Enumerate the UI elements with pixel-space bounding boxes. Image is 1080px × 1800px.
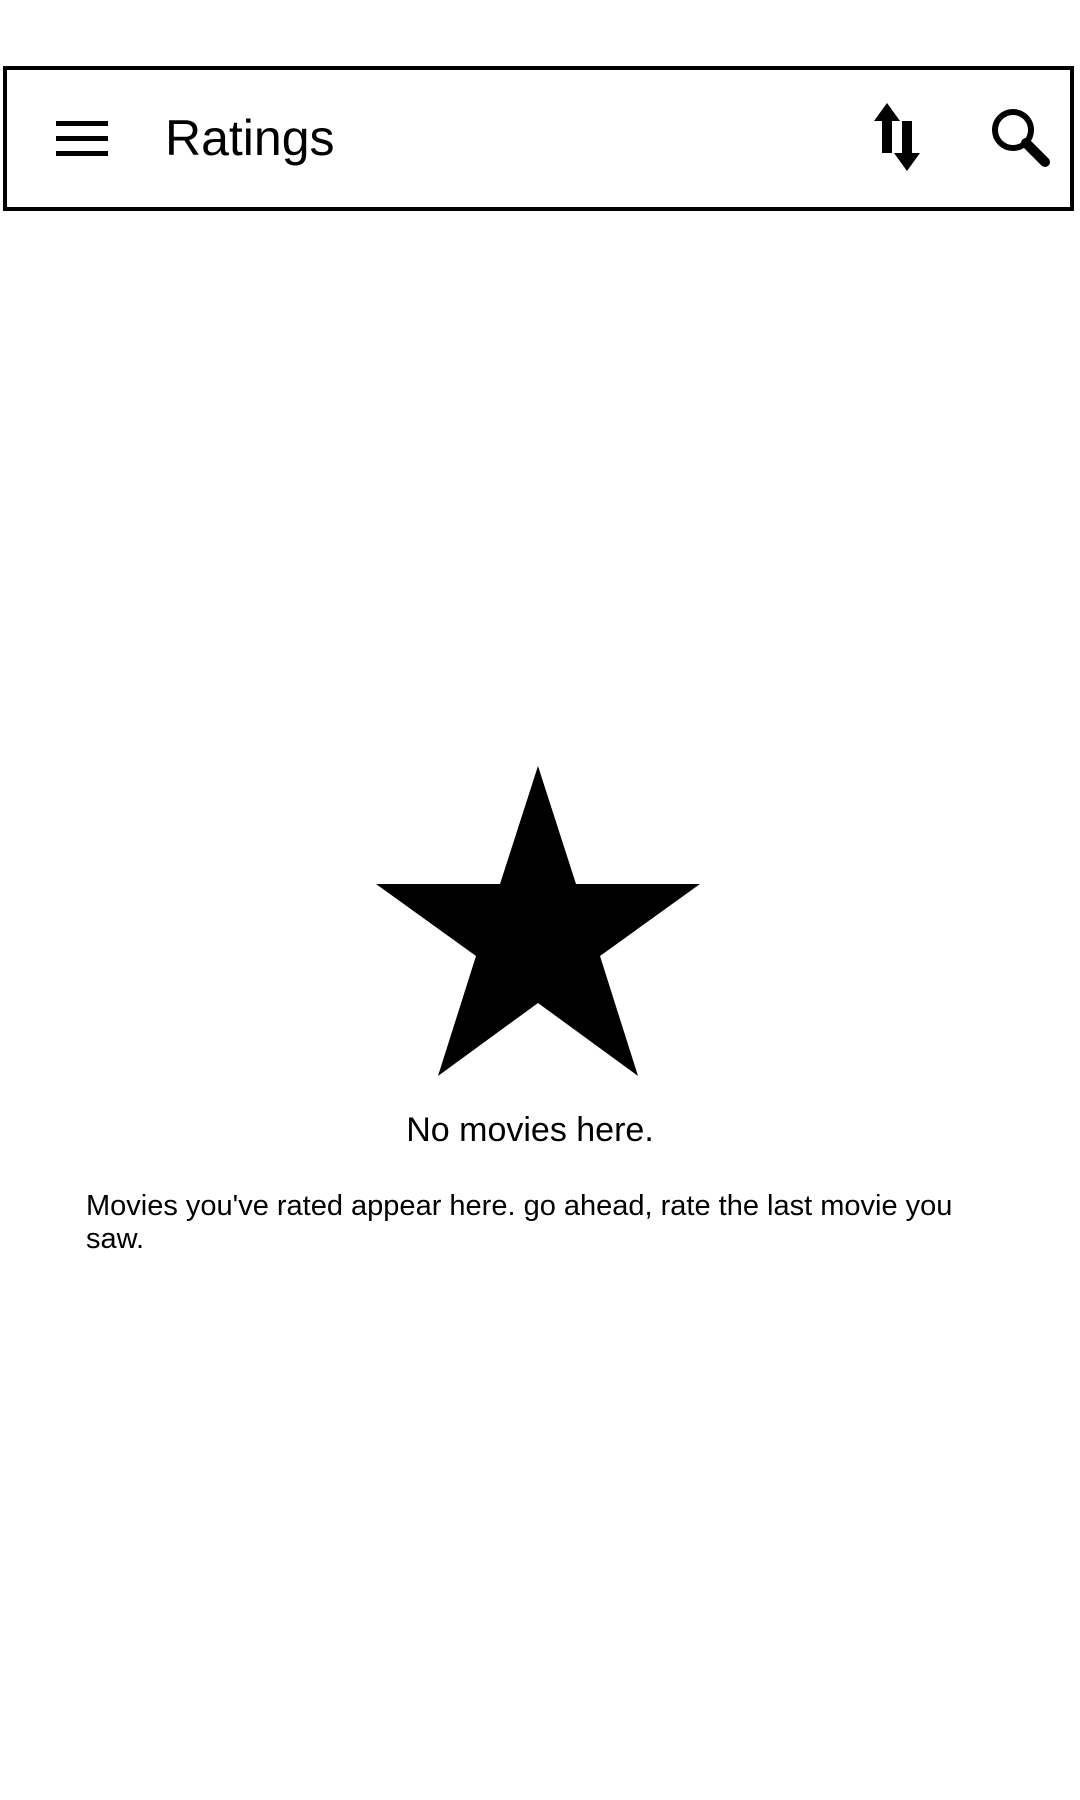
sort-arrows-icon <box>873 102 921 176</box>
menu-button[interactable] <box>47 104 117 174</box>
empty-state-description: Movies you've rated appear here. go ahea… <box>86 1190 953 1255</box>
page-title: Ratings <box>165 110 335 166</box>
empty-state-title: No movies here. <box>406 1111 654 1149</box>
app-toolbar: Ratings <box>3 66 1074 211</box>
hamburger-menu-icon <box>56 119 108 159</box>
sort-button[interactable] <box>862 102 932 176</box>
search-button[interactable] <box>985 103 1055 175</box>
star-icon <box>376 766 700 1076</box>
search-icon <box>989 106 1051 173</box>
